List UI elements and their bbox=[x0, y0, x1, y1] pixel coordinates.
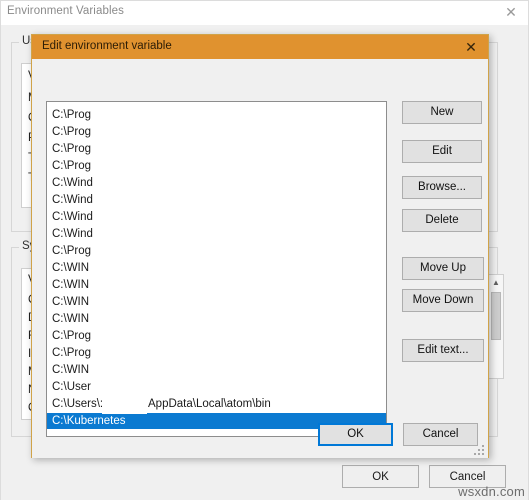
path-row-suffix: AppData\Local\atom\bin bbox=[148, 398, 271, 410]
watermark: wsxdn.com bbox=[458, 484, 525, 499]
edit-text-button[interactable]: Edit text... bbox=[402, 339, 484, 362]
close-icon[interactable]: ✕ bbox=[462, 38, 480, 56]
background-titlebar: Environment Variables ✕ bbox=[1, 1, 528, 25]
move-down-button[interactable]: Move Down bbox=[402, 289, 484, 312]
edit-button[interactable]: Edit bbox=[402, 140, 482, 163]
resize-grip-icon[interactable] bbox=[474, 445, 485, 456]
new-button[interactable]: New bbox=[402, 101, 482, 124]
path-list[interactable]: C:\Prog C:\Prog C:\Prog C:\Prog C:\Wind C:\Wi… bbox=[46, 101, 387, 437]
background-ok-button[interactable]: OK bbox=[342, 465, 419, 488]
delete-button[interactable]: Delete bbox=[402, 209, 482, 232]
scrollbar-thumb[interactable] bbox=[491, 292, 501, 340]
redaction-mask bbox=[95, 102, 155, 396]
screenshot-root: Environment Variables ✕ User variables f… bbox=[0, 0, 529, 500]
dialog-cancel-button[interactable]: Cancel bbox=[403, 423, 478, 446]
move-up-button[interactable]: Move Up bbox=[402, 257, 484, 280]
system-list-scrollbar[interactable]: ▲ bbox=[488, 274, 504, 379]
dialog-titlebar[interactable]: Edit environment variable ✕ bbox=[32, 35, 488, 59]
redaction-mask bbox=[102, 396, 147, 414]
chevron-up-icon[interactable]: ▲ bbox=[489, 275, 503, 290]
dialog-body: C:\Prog C:\Prog C:\Prog C:\Prog C:\Wind C:\Wi… bbox=[32, 59, 488, 458]
close-icon[interactable]: ✕ bbox=[503, 4, 519, 20]
browse-button[interactable]: Browse... bbox=[402, 176, 482, 199]
dialog-title: Edit environment variable bbox=[42, 40, 172, 52]
dialog-ok-button[interactable]: OK bbox=[318, 423, 393, 446]
edit-environment-variable-dialog: Edit environment variable ✕ C:\Prog C:\Pr… bbox=[31, 34, 489, 458]
background-window-title: Environment Variables bbox=[7, 5, 124, 17]
